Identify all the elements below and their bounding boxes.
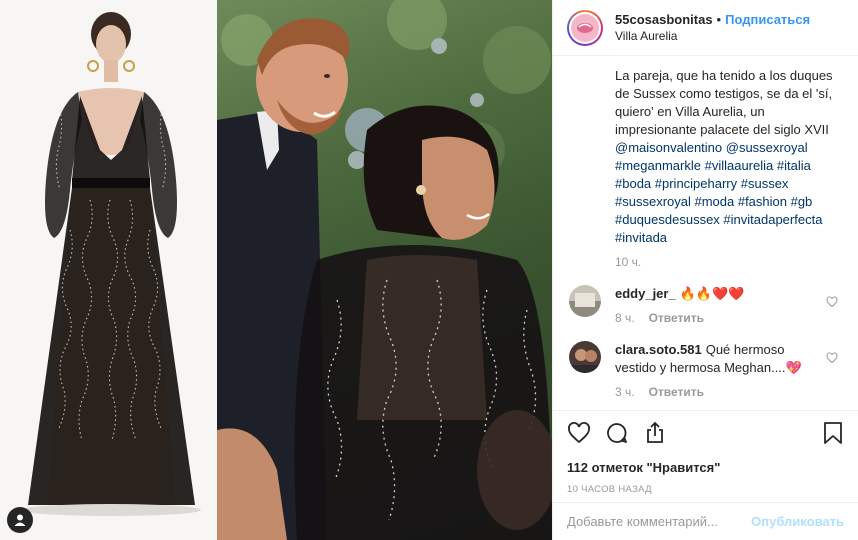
post-time-ago: 10 ЧАСОВ НАЗАД — [567, 484, 652, 495]
list-item: clara.soto.581 Qué hermoso vestido y herm… — [569, 341, 842, 401]
comment-username[interactable]: clara.soto.581 — [615, 342, 702, 357]
comment-username[interactable]: eddy_jer_ — [615, 286, 676, 301]
heart-icon[interactable] — [567, 421, 591, 445]
heart-icon[interactable] — [826, 351, 838, 369]
comments-list[interactable]: La pareja, que ha tenido a los duques de… — [553, 57, 858, 409]
comment-input[interactable] — [567, 514, 752, 529]
comment-text: 🔥🔥❤️❤️ — [679, 286, 745, 301]
avatar[interactable] — [569, 285, 601, 317]
share-icon[interactable] — [643, 421, 667, 445]
avatar[interactable] — [569, 341, 601, 373]
publish-button[interactable]: Опубликовать — [751, 514, 844, 529]
user-tag-icon[interactable] — [7, 507, 33, 533]
comment-time: 8 ч. — [615, 311, 635, 325]
reply-button[interactable]: Ответить — [649, 385, 704, 399]
follow-button[interactable]: Подписаться — [725, 12, 810, 27]
comment-time: 3 ч. — [615, 385, 635, 399]
likes-count[interactable]: 112 отметок "Нравится" — [567, 460, 844, 475]
separator-dot: • — [716, 11, 722, 27]
list-item: eddy_jer_ 🔥🔥❤️❤️ 8 ч. Ответить — [569, 285, 842, 327]
post-header: 55cosasbonitas • Подписаться Villa Aurelia — [553, 0, 858, 56]
heart-icon[interactable] — [826, 295, 838, 313]
reply-button[interactable]: Ответить — [649, 311, 704, 325]
comment-icon[interactable] — [605, 421, 629, 445]
dress-photo — [0, 0, 217, 540]
bookmark-icon[interactable] — [822, 421, 844, 445]
caption-tags[interactable]: @maisonvalentino @sussexroyal #meganmark… — [615, 140, 822, 245]
post-sidebar: 55cosasbonitas • Подписаться Villa Aurelia… — [552, 0, 858, 540]
username[interactable]: 55cosasbonitas — [615, 12, 713, 27]
post-media[interactable] — [0, 0, 552, 540]
add-comment-bar: Опубликовать — [553, 502, 858, 540]
post-caption: La pareja, que ha tenido a los duques de… — [615, 67, 842, 271]
location-link[interactable]: Villa Aurelia — [615, 28, 810, 45]
post-actions: 112 отметок "Нравится" 10 ЧАСОВ НАЗАД — [553, 410, 858, 495]
caption-text: La pareja, que ha tenido a los duques de… — [615, 68, 833, 137]
couple-photo — [217, 0, 552, 540]
caption-time: 10 ч. — [615, 255, 642, 269]
avatar[interactable] — [567, 9, 603, 46]
